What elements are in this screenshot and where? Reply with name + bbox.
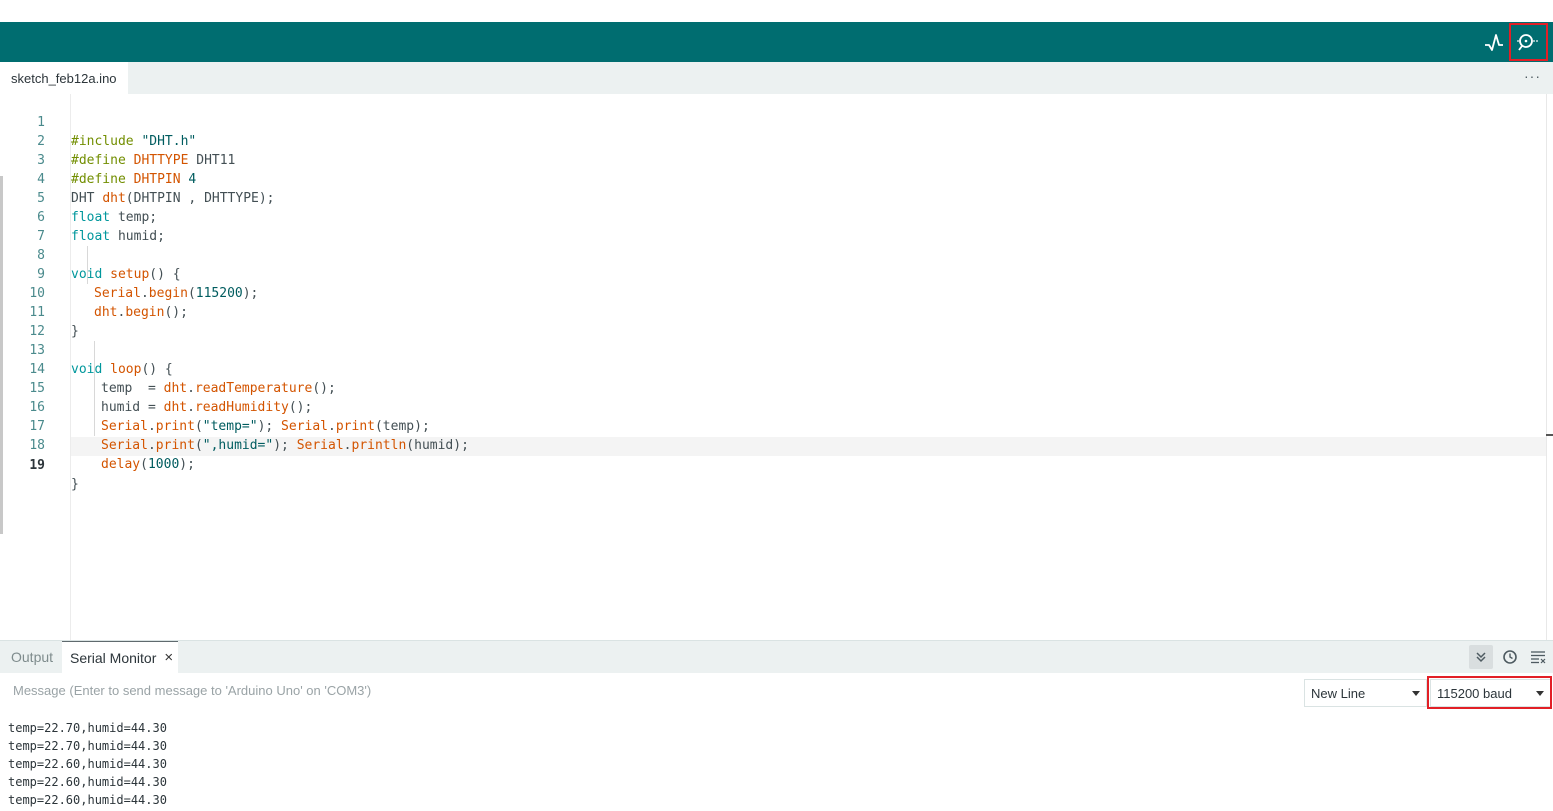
tab-output[interactable]: Output: [11, 641, 53, 673]
code-line: 12: [0, 303, 1546, 339]
code-line: 1 #include "DHT.h": [0, 94, 1546, 149]
code-line: 6 float humid;: [0, 189, 1546, 244]
clear-output-icon: [1531, 651, 1546, 664]
tab-serial-monitor[interactable]: Serial Monitor ×: [62, 641, 178, 673]
code-line: 5 float temp;: [0, 170, 1546, 225]
serial-monitor-highlight: [1509, 23, 1548, 61]
tab-sketch-file[interactable]: sketch_feb12a.ino: [0, 62, 128, 94]
output-line: temp=22.60,humid=44.30: [8, 757, 167, 771]
code-line: 15 humid = dht.readHumidity();: [0, 360, 1546, 415]
timestamp-icon: [1503, 650, 1517, 664]
code-line: 14 temp = dht.readTemperature();: [0, 341, 1546, 396]
code-line: 19 }: [0, 437, 1546, 492]
code-line: 10 dht.begin();: [0, 265, 1546, 320]
chevron-down-icon: [1412, 691, 1420, 696]
code-line: 11 }: [0, 284, 1546, 339]
file-tab-label: sketch_feb12a.ino: [11, 70, 117, 86]
code-line: 2 #define DHTTYPE DHT11: [0, 113, 1546, 168]
code-line: 13 void loop() {: [0, 322, 1546, 377]
line-number: 19: [29, 458, 45, 473]
code-line: 9 Serial.begin(115200);: [0, 246, 1546, 301]
autoscroll-button[interactable]: [1469, 645, 1493, 669]
message-input[interactable]: Message (Enter to send message to 'Ardui…: [13, 683, 371, 698]
scrollbar-position-marker: [1546, 434, 1553, 436]
code-line: 17 Serial.print(",humid="); Serial.print…: [0, 398, 1546, 453]
output-line: temp=22.60,humid=44.30: [8, 775, 167, 789]
timestamp-button[interactable]: [1498, 645, 1522, 669]
code-editor[interactable]: 1 #include "DHT.h" 2 #define DHTTYPE DHT…: [0, 94, 1553, 640]
output-line: temp=22.70,humid=44.30: [8, 739, 167, 753]
clear-output-button[interactable]: [1526, 645, 1550, 669]
code-line: 18 delay(1000);: [0, 417, 1546, 472]
serial-plotter-button[interactable]: [1480, 28, 1508, 56]
code-line: 8 void setup() {: [0, 227, 1546, 282]
editor-scrollbar[interactable]: [1546, 94, 1547, 640]
more-options-icon[interactable]: ···: [1524, 68, 1541, 84]
window-top-margin: [0, 0, 1553, 22]
code-line: 16 Serial.print("temp="); Serial.print(t…: [0, 379, 1546, 434]
output-line: temp=22.60,humid=44.30: [8, 793, 167, 807]
code-line: 7: [0, 208, 1546, 244]
bottom-panel: Output Serial Monitor × Message (Enter t…: [0, 640, 1553, 811]
line-ending-value: New Line: [1311, 685, 1366, 701]
baud-rate-highlight: [1427, 676, 1552, 709]
autoscroll-icon: [1476, 652, 1486, 663]
serial-output: temp=22.70,humid=44.30 temp=22.70,humid=…: [8, 719, 167, 809]
code-line: 4 DHT dht(DHTPIN , DHTTYPE);: [0, 151, 1546, 206]
output-line: temp=22.70,humid=44.30: [8, 721, 167, 735]
message-row: Message (Enter to send message to 'Ardui…: [0, 673, 1553, 713]
toolbar: [0, 22, 1553, 62]
line-ending-select[interactable]: New Line: [1304, 679, 1427, 707]
close-icon[interactable]: ×: [164, 649, 173, 666]
serial-plotter-icon: [1485, 34, 1503, 51]
code-line: 3 #define DHTPIN 4: [0, 132, 1546, 187]
panel-tab-bar: Output Serial Monitor ×: [0, 641, 1553, 673]
editor-tab-bar: sketch_feb12a.ino ···: [0, 62, 1553, 94]
